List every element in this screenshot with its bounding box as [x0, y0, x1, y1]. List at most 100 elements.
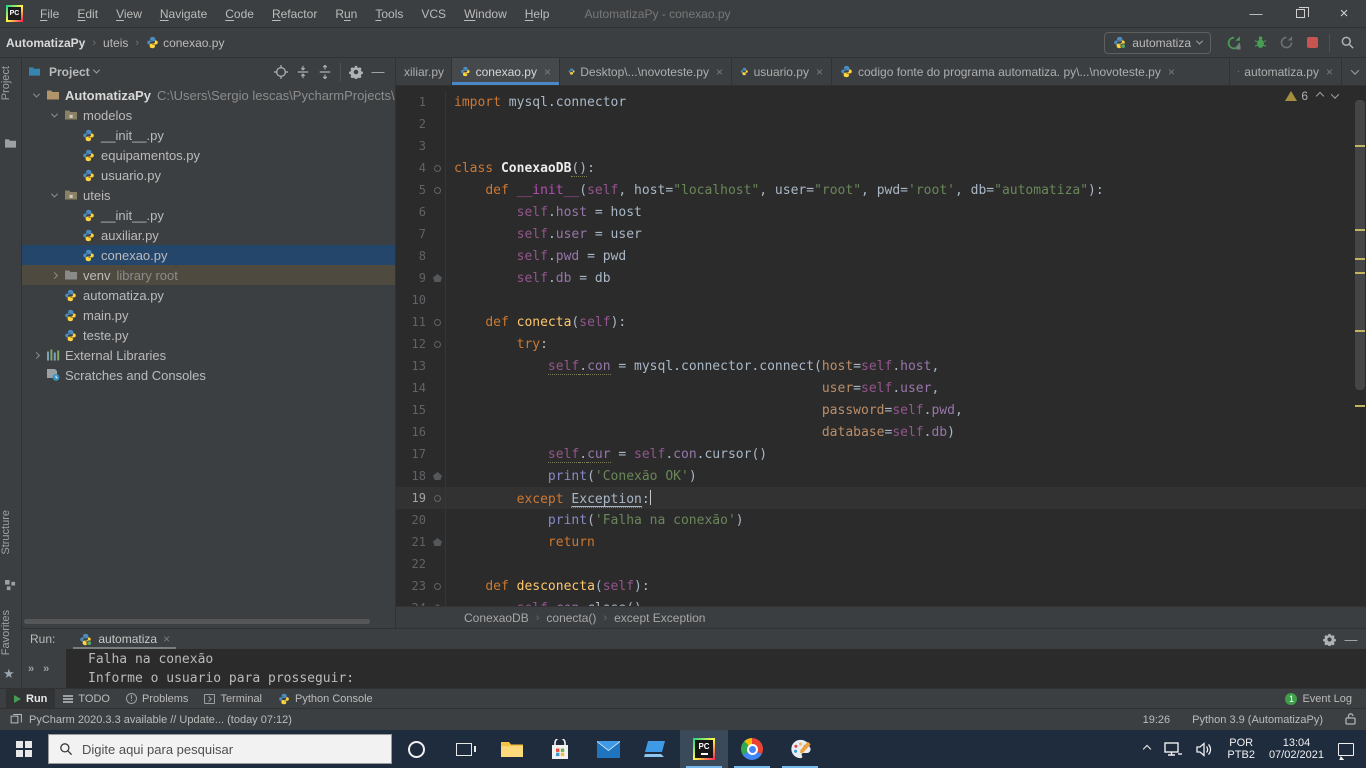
fold-marker[interactable] [430, 597, 446, 606]
menu-file[interactable]: File [31, 7, 68, 21]
project-tree-item[interactable]: Scratches and Consoles [22, 365, 395, 385]
event-log-button[interactable]: 1 Event Log [1277, 689, 1360, 708]
taskbar-search[interactable] [48, 734, 392, 764]
warning-stripe-mark[interactable] [1355, 405, 1365, 407]
code-line[interactable]: 4 class ConexaoDB(): [396, 157, 1366, 179]
search-input[interactable] [82, 741, 342, 757]
network-icon[interactable] [1164, 741, 1183, 757]
warning-stripe-mark[interactable] [1355, 229, 1365, 231]
menu-code[interactable]: Code [216, 7, 263, 21]
project-tree-item[interactable]: main.py [22, 305, 395, 325]
start-button[interactable] [0, 730, 48, 768]
code-line[interactable]: 19 except Exception: [396, 487, 1366, 509]
close-icon[interactable]: × [1326, 65, 1333, 79]
code-breadcrumb-item[interactable]: except Exception [614, 611, 705, 625]
file-explorer-button[interactable] [488, 730, 536, 768]
editor-tab[interactable]: conexao.py × [452, 58, 560, 85]
debug-button[interactable] [1247, 32, 1273, 54]
editor-tab[interactable]: codigo fonte do programa automatiza. py\… [832, 58, 1230, 85]
problems-toolwindow-button[interactable]: ! Problems [118, 689, 196, 708]
menu-window[interactable]: Window [455, 7, 516, 21]
close-button[interactable]: × [1322, 0, 1366, 28]
project-tree-item[interactable]: conexao.py [22, 245, 395, 265]
menu-help[interactable]: Help [516, 7, 559, 21]
project-tree-item[interactable]: auxiliar.py [22, 225, 395, 245]
hide-panel-button[interactable]: — [367, 62, 389, 82]
project-tree-item[interactable]: AutomatizaPy C:\Users\Sergio lescas\Pycha… [22, 85, 395, 105]
fold-marker[interactable] [430, 157, 446, 179]
hidden-tabs-chevron[interactable] [1350, 65, 1360, 75]
chrome-taskbar-button[interactable] [728, 730, 776, 768]
code-line[interactable]: 9 self.db = db [396, 267, 1366, 289]
warning-stripe-mark[interactable] [1355, 145, 1365, 147]
locate-file-button[interactable] [270, 62, 292, 82]
remote-desktop-button[interactable] [632, 730, 680, 768]
code-line[interactable]: 18 print('Conexão OK') [396, 465, 1366, 487]
lock-icon[interactable] [1345, 712, 1356, 728]
interpreter-selector[interactable]: Python 3.9 (AutomatizaPy) [1192, 714, 1323, 726]
expand-toolbar-icon[interactable]: » [28, 663, 34, 675]
project-tree-item[interactable]: uteis [22, 185, 395, 205]
fold-marker[interactable] [430, 179, 446, 201]
code-line[interactable]: 8 self.pwd = pwd [396, 245, 1366, 267]
python-console-toolwindow-button[interactable]: Python Console [270, 689, 381, 708]
collapse-all-button[interactable] [292, 62, 314, 82]
chevron-down-icon[interactable] [50, 190, 58, 198]
fold-marker[interactable] [430, 575, 446, 597]
project-tree-item[interactable]: __init__.py [22, 125, 395, 145]
tool-strip-project[interactable]: Project [0, 66, 22, 100]
cortana-button[interactable] [392, 730, 440, 768]
action-center-icon[interactable] [1338, 742, 1354, 756]
stop-button[interactable] [1299, 32, 1325, 54]
project-tree-item[interactable]: venv library root [22, 265, 395, 285]
code-breadcrumb-item[interactable]: conecta() [546, 611, 596, 625]
todo-toolwindow-button[interactable]: TODO [55, 689, 118, 708]
code-line[interactable]: 20 print('Falha na conexão') [396, 509, 1366, 531]
code-line[interactable]: 10 [396, 289, 1366, 311]
breadcrumb-item[interactable]: AutomatizaPy [6, 36, 85, 50]
status-message[interactable]: PyCharm 2020.3.3 available // Update... … [29, 714, 292, 726]
close-icon[interactable]: × [716, 65, 723, 79]
run-configuration-select[interactable]: automatiza [1104, 31, 1211, 54]
fold-marker[interactable] [430, 311, 446, 333]
code-line[interactable]: 1 import mysql.connector [396, 91, 1366, 113]
code-line[interactable]: 23 def desconecta(self): [396, 575, 1366, 597]
next-warning-icon[interactable] [1330, 90, 1340, 99]
project-tree-item[interactable]: modelos [22, 105, 395, 125]
clock[interactable]: 13:04 07/02/2021 [1269, 737, 1324, 761]
run-console-output[interactable]: Falha na conexão Informe o usuario para p… [66, 649, 1366, 688]
project-tree-item[interactable]: teste.py [22, 325, 395, 345]
project-tree-item[interactable]: automatiza.py [22, 285, 395, 305]
warning-stripe-mark[interactable] [1355, 272, 1365, 274]
code-line[interactable]: 16 database=self.db) [396, 421, 1366, 443]
code-line[interactable]: 12 try: [396, 333, 1366, 355]
chevron-right-icon[interactable] [32, 351, 40, 359]
code-line[interactable]: 21 return [396, 531, 1366, 553]
settings-button[interactable] [345, 62, 367, 82]
fold-marker[interactable] [430, 333, 446, 355]
expand-all-button[interactable] [314, 62, 336, 82]
close-icon[interactable]: × [163, 632, 170, 646]
code-line[interactable]: 13 self.con = mysql.connector.connect(ho… [396, 355, 1366, 377]
project-tree-item[interactable]: External Libraries [22, 345, 395, 365]
menu-run[interactable]: Run [326, 7, 366, 21]
code-line[interactable]: 7 self.user = user [396, 223, 1366, 245]
close-icon[interactable]: × [816, 65, 823, 79]
code-line[interactable]: 2 [396, 113, 1366, 135]
code-line[interactable]: 15 password=self.pwd, [396, 399, 1366, 421]
project-tree-item[interactable]: __init__.py [22, 205, 395, 225]
tool-strip-structure[interactable]: Structure [0, 510, 22, 555]
menu-refactor[interactable]: Refactor [263, 7, 326, 21]
editor-tab[interactable]: usuario.py × [732, 58, 832, 85]
fold-marker[interactable] [430, 531, 446, 553]
language-indicator[interactable]: POR PTB2 [1227, 737, 1255, 761]
run-toolwindow-button[interactable]: Run [6, 689, 56, 708]
chevron-right-icon[interactable] [50, 271, 58, 279]
close-icon[interactable]: × [544, 65, 551, 79]
tool-strip-favorites[interactable]: Favorites [0, 610, 22, 655]
code-line[interactable]: 14 user=self.user, [396, 377, 1366, 399]
inspection-widget[interactable]: 6 [1285, 89, 1340, 103]
code-editor[interactable]: 1 import mysql.connector 2 3 4 class ConexaoD… [396, 86, 1366, 606]
microsoft-store-button[interactable] [536, 730, 584, 768]
mail-button[interactable] [584, 730, 632, 768]
